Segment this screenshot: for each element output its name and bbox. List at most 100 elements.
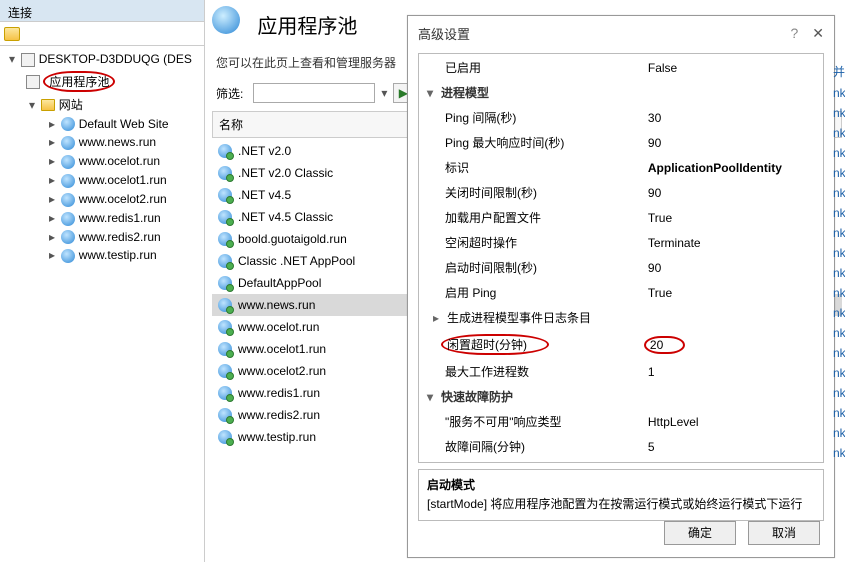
tree-server-node[interactable]: ▾ DESKTOP-D3DDUQG (DES <box>2 50 202 69</box>
action-link-fragment[interactable]: nk <box>833 383 845 403</box>
tree-site-item[interactable]: ▸ www.news.run <box>2 133 202 152</box>
pool-icon <box>218 166 232 180</box>
pool-icon <box>218 144 232 158</box>
action-link-fragment[interactable]: nk <box>833 403 845 423</box>
app-pool-icon <box>26 75 40 89</box>
property-row[interactable]: Ping 间隔(秒)30 <box>421 106 821 129</box>
tree-site-item[interactable]: ▸ www.redis1.run <box>2 209 202 228</box>
site-icon <box>61 136 75 150</box>
site-icon <box>61 212 75 226</box>
action-link-fragment[interactable]: nk <box>833 203 845 223</box>
property-row[interactable]: 空闲超时操作Terminate <box>421 231 821 254</box>
chevron-down-icon[interactable]: ▾ <box>6 52 18 66</box>
chevron-right-icon[interactable]: ▸ <box>46 248 58 262</box>
pool-icon <box>218 386 232 400</box>
connections-toolbar <box>0 22 204 46</box>
action-link-fragment[interactable]: nk <box>833 443 845 463</box>
help-icon[interactable]: ? <box>790 25 798 42</box>
pool-name: DefaultAppPool <box>238 276 321 290</box>
property-row[interactable]: Ping 最大响应时间(秒)90 <box>421 131 821 154</box>
tree-site-label: www.ocelot.run <box>79 154 160 168</box>
property-row[interactable]: 已启用False <box>421 56 821 79</box>
action-link-fragment[interactable]: 并 <box>833 60 845 83</box>
chevron-right-icon[interactable]: ▸ <box>46 154 58 168</box>
action-link-fragment[interactable]: nk <box>833 223 845 243</box>
dialog-titlebar: 高级设置 ? ✕ <box>408 16 834 51</box>
action-link-fragment[interactable]: nk <box>833 323 845 343</box>
action-link-fragment[interactable]: nk <box>833 363 845 383</box>
action-link-fragment[interactable]: nk <box>833 423 845 443</box>
actions-sliver: 并nknknknknknknknknknknknknknknknknknknk <box>833 60 845 463</box>
tree-sites-node[interactable]: ▾ 网站 <box>2 94 202 115</box>
action-link-fragment[interactable]: nk <box>833 143 845 163</box>
server-icon <box>21 53 35 67</box>
property-row[interactable]: "服务不可用"响应类型HttpLevel <box>421 410 821 433</box>
property-row[interactable]: 启动时间限制(秒)90 <box>421 256 821 279</box>
action-link-fragment[interactable]: nk <box>833 243 845 263</box>
cancel-button[interactable]: 取消 <box>748 521 820 545</box>
property-row[interactable]: 加载用户配置文件True <box>421 206 821 229</box>
tree-server-label: DESKTOP-D3DDUQG (DES <box>39 52 192 66</box>
pool-icon <box>218 232 232 246</box>
action-link-fragment[interactable]: nk <box>833 183 845 203</box>
tree-site-item[interactable]: ▸ Default Web Site <box>2 115 202 134</box>
site-icon <box>61 174 75 188</box>
action-link-fragment[interactable]: nk <box>833 263 845 283</box>
pool-icon <box>218 210 232 224</box>
property-row[interactable]: 启用 PingTrue <box>421 281 821 304</box>
property-grid[interactable]: 已启用False▾进程模型Ping 间隔(秒)30Ping 最大响应时间(秒)9… <box>418 53 824 463</box>
category-row[interactable]: ▾进程模型 <box>421 81 821 104</box>
action-link-fragment[interactable]: nk <box>833 283 845 303</box>
connections-panel: 连接 ▾ DESKTOP-D3DDUQG (DES 应用程序池 ▾ 网站 ▸ D… <box>0 0 205 562</box>
pool-icon <box>218 342 232 356</box>
property-row[interactable]: 关闭时间限制(秒)90 <box>421 181 821 204</box>
action-link-fragment[interactable]: nk <box>833 83 845 103</box>
chevron-right-icon[interactable]: ▸ <box>433 311 445 325</box>
action-link-fragment[interactable]: nk <box>833 163 845 183</box>
action-link-fragment[interactable]: nk <box>833 103 845 123</box>
pool-name: .NET v2.0 <box>238 144 291 158</box>
property-row[interactable]: 最大工作进程数1 <box>421 360 821 383</box>
tree-site-item[interactable]: ▸ www.redis2.run <box>2 228 202 247</box>
tree-site-item[interactable]: ▸ www.ocelot2.run <box>2 190 202 209</box>
expandable-property-row[interactable]: ▸生成进程模型事件日志条目 <box>421 306 821 329</box>
chevron-right-icon[interactable]: ▸ <box>46 173 58 187</box>
tree-app-pools[interactable]: 应用程序池 <box>2 69 202 94</box>
close-icon[interactable]: ✕ <box>812 25 824 42</box>
pool-name: www.ocelot.run <box>238 320 319 334</box>
tree-site-label: www.ocelot1.run <box>79 173 167 187</box>
tree-site-label: www.testip.run <box>79 248 157 262</box>
dropdown-icon[interactable]: ▾ <box>381 86 387 100</box>
chevron-right-icon[interactable]: ▸ <box>46 192 58 206</box>
pool-icon <box>218 298 232 312</box>
property-row[interactable]: 闲置超时(分钟)20 <box>421 331 821 358</box>
action-link-fragment[interactable]: nk <box>833 123 845 143</box>
chevron-right-icon[interactable]: ▸ <box>46 135 58 149</box>
action-link-fragment[interactable]: nk <box>833 343 845 363</box>
folder-icon[interactable] <box>4 27 20 41</box>
tree-sites-label: 网站 <box>59 98 83 112</box>
chevron-down-icon[interactable]: ▾ <box>26 98 38 112</box>
chevron-right-icon[interactable]: ▸ <box>46 230 58 244</box>
tree-site-label: www.ocelot2.run <box>79 192 167 206</box>
property-row[interactable]: 故障间隔(分钟)5 <box>421 435 821 458</box>
tree-site-item[interactable]: ▸ www.testip.run <box>2 246 202 265</box>
property-row[interactable]: 标识ApplicationPoolIdentity <box>421 156 821 179</box>
app-pool-label: 应用程序池 <box>43 71 115 92</box>
connections-tree: ▾ DESKTOP-D3DDUQG (DES 应用程序池 ▾ 网站 ▸ Defa… <box>0 46 204 269</box>
category-row[interactable]: ▾快速故障防护 <box>421 385 821 408</box>
ok-button[interactable]: 确定 <box>664 521 736 545</box>
pool-name: www.redis1.run <box>238 386 320 400</box>
chevron-right-icon[interactable]: ▸ <box>46 211 58 225</box>
chevron-down-icon[interactable]: ▾ <box>427 390 439 404</box>
filter-input[interactable] <box>253 83 375 103</box>
site-icon <box>61 117 75 131</box>
property-row[interactable]: 关闭可执行文件 <box>421 460 821 463</box>
connections-title: 连接 <box>8 6 32 20</box>
chevron-right-icon[interactable]: ▸ <box>46 117 58 131</box>
action-link-fragment[interactable]: nk <box>833 303 845 323</box>
pool-name: Classic .NET AppPool <box>238 254 355 268</box>
tree-site-item[interactable]: ▸ www.ocelot1.run <box>2 171 202 190</box>
chevron-down-icon[interactable]: ▾ <box>427 86 439 100</box>
tree-site-item[interactable]: ▸ www.ocelot.run <box>2 152 202 171</box>
